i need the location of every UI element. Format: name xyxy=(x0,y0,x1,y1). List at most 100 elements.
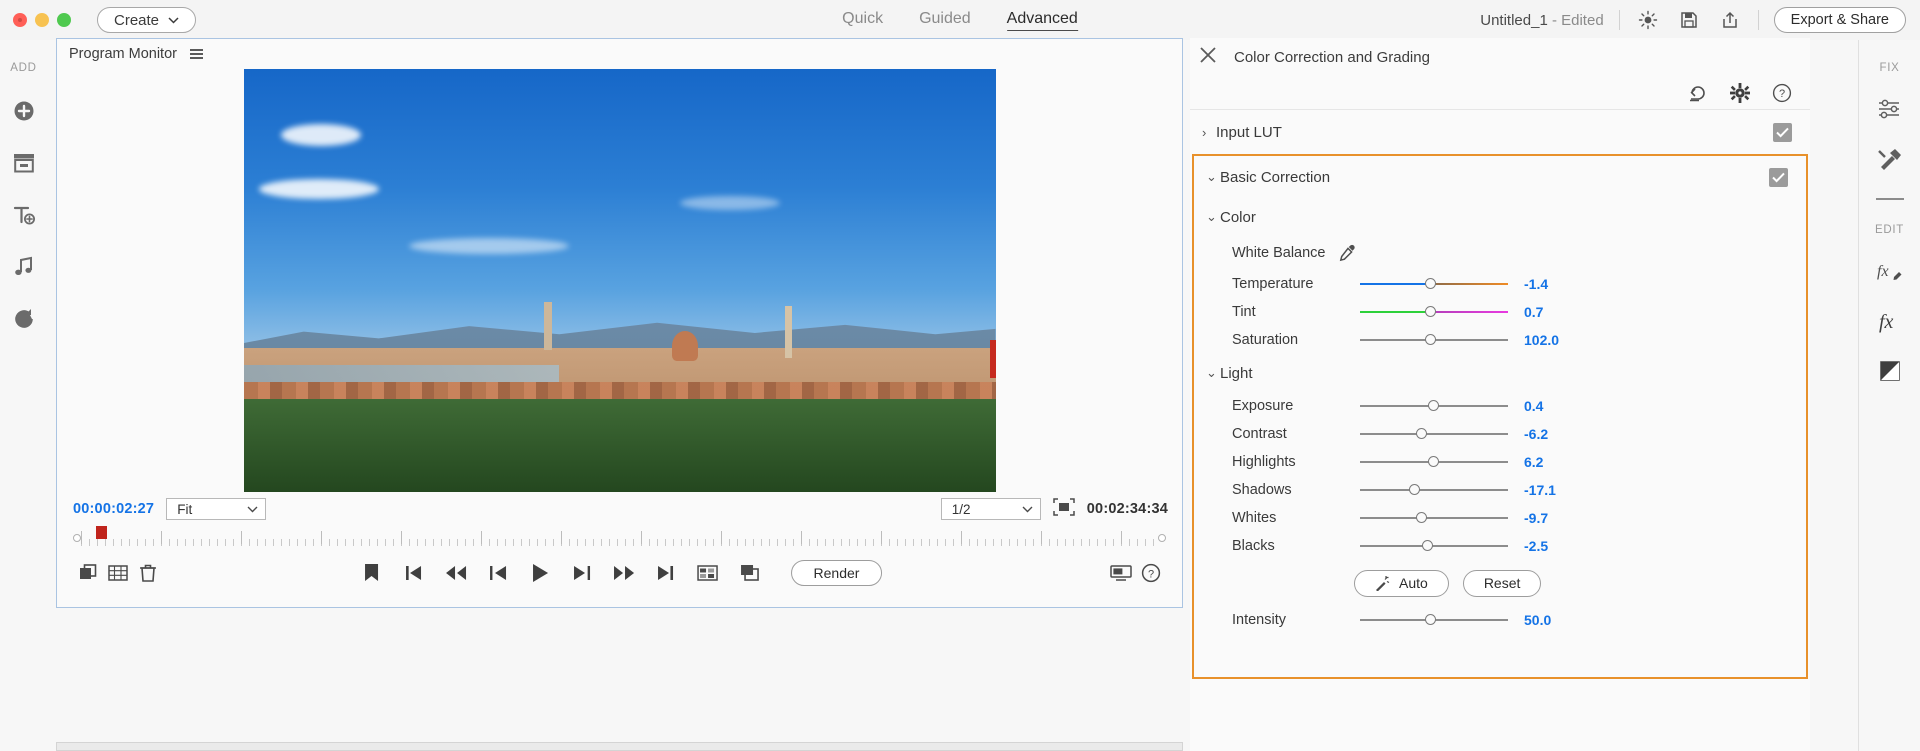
temperature-slider[interactable] xyxy=(1360,276,1508,292)
freeze-frame-button[interactable] xyxy=(693,558,723,588)
export-share-button[interactable]: Export & Share xyxy=(1773,7,1906,33)
step-forward-button[interactable] xyxy=(567,558,597,588)
blacks-slider[interactable] xyxy=(1360,538,1508,554)
exposure-slider[interactable] xyxy=(1360,398,1508,414)
rewind-button[interactable] xyxy=(441,558,471,588)
maximize-window-button[interactable] xyxy=(57,13,71,27)
tab-guided[interactable]: Guided xyxy=(919,10,971,30)
slider-knob[interactable] xyxy=(1422,540,1434,551)
saturation-slider[interactable] xyxy=(1360,332,1508,348)
reset-button[interactable]: Reset xyxy=(1462,569,1542,597)
help-circle-icon[interactable]: ? xyxy=(1772,83,1792,103)
gradient-square-icon[interactable] xyxy=(1875,356,1905,386)
intensity-value[interactable]: 50.0 xyxy=(1524,612,1551,628)
tint-slider[interactable] xyxy=(1360,304,1508,320)
create-button[interactable]: Create xyxy=(97,7,197,33)
copy-clip-button[interactable] xyxy=(73,558,103,588)
hamburger-menu-icon[interactable] xyxy=(189,49,203,59)
intensity-slider[interactable] xyxy=(1360,612,1508,628)
add-marker-button[interactable] xyxy=(357,558,387,588)
slider-knob[interactable] xyxy=(1428,456,1440,467)
delete-clip-button[interactable] xyxy=(133,558,163,588)
add-music-icon[interactable] xyxy=(9,252,39,282)
color-group-header[interactable]: ⌄ Color xyxy=(1194,198,1806,236)
go-to-start-button[interactable] xyxy=(399,558,429,588)
input-lut-checkbox[interactable] xyxy=(1773,122,1792,142)
close-window-button[interactable] xyxy=(13,13,27,27)
contrast-value[interactable]: -6.2 xyxy=(1524,426,1548,442)
render-button[interactable]: Render xyxy=(790,560,883,586)
chevron-down-icon[interactable]: ⌄ xyxy=(1206,365,1220,381)
cloud xyxy=(679,195,780,210)
auto-button[interactable]: Auto xyxy=(1354,569,1449,597)
window-controls[interactable] xyxy=(13,13,71,27)
whites-slider[interactable] xyxy=(1360,510,1508,526)
tools-hammer-icon[interactable] xyxy=(1875,144,1905,174)
fx-pencil-icon[interactable]: fx xyxy=(1875,256,1905,286)
slider-knob[interactable] xyxy=(1425,278,1437,289)
brightness-icon[interactable] xyxy=(1635,7,1661,33)
add-media-plus-icon[interactable] xyxy=(9,96,39,126)
zoom-level-select[interactable]: Fit xyxy=(166,498,267,520)
slider-knob[interactable] xyxy=(1425,614,1437,625)
tint-value[interactable]: 0.7 xyxy=(1524,304,1543,320)
slider-knob[interactable] xyxy=(1425,334,1437,345)
go-to-end-button[interactable] xyxy=(651,558,681,588)
light-group-header[interactable]: ⌄ Light xyxy=(1194,354,1806,392)
blacks-value[interactable]: -2.5 xyxy=(1524,538,1548,554)
shadows-slider[interactable] xyxy=(1360,482,1508,498)
share-icon[interactable] xyxy=(1717,7,1743,33)
chevron-down-icon xyxy=(247,506,258,512)
close-icon[interactable] xyxy=(1198,45,1218,70)
slider-knob[interactable] xyxy=(1408,484,1420,495)
add-text-icon[interactable] xyxy=(9,200,39,230)
exposure-value[interactable]: 0.4 xyxy=(1524,398,1543,414)
highlights-value[interactable]: 6.2 xyxy=(1524,454,1543,470)
slider-row-temperature: Temperature -1.4 xyxy=(1194,270,1806,298)
chevron-down-icon[interactable]: ⌄ xyxy=(1206,209,1220,225)
slider-knob[interactable] xyxy=(1416,428,1428,439)
highlights-slider[interactable] xyxy=(1360,454,1508,470)
slider-knob[interactable] xyxy=(1416,512,1428,523)
temperature-value[interactable]: -1.4 xyxy=(1524,276,1548,292)
cloud xyxy=(281,123,362,146)
slider-knob[interactable] xyxy=(1428,400,1440,411)
input-lut-section[interactable]: › Input LUT xyxy=(1190,110,1810,154)
saturation-value[interactable]: 102.0 xyxy=(1524,332,1559,348)
fx-icon[interactable]: fx xyxy=(1875,306,1905,336)
timeline-scrubber[interactable] xyxy=(71,526,1168,552)
add-transitions-icon[interactable] xyxy=(9,304,39,334)
fit-frame-icon[interactable] xyxy=(1053,497,1075,521)
fast-forward-button[interactable] xyxy=(609,558,639,588)
video-frame[interactable] xyxy=(243,69,996,492)
undo-icon[interactable] xyxy=(1688,84,1708,102)
tab-quick[interactable]: Quick xyxy=(842,10,883,30)
exposure-label: Exposure xyxy=(1232,398,1294,414)
playback-quality-select[interactable]: 1/2 xyxy=(940,498,1041,520)
chevron-down-icon[interactable]: ⌄ xyxy=(1206,169,1220,185)
basic-correction-header[interactable]: ⌄ Basic Correction xyxy=(1194,156,1806,198)
project-assets-icon[interactable] xyxy=(9,148,39,178)
whites-value[interactable]: -9.7 xyxy=(1524,510,1548,526)
scrubber-end-handle[interactable] xyxy=(1158,534,1166,542)
split-clip-button[interactable] xyxy=(735,558,765,588)
help-circle-icon[interactable]: ? xyxy=(1136,558,1166,588)
shadows-value[interactable]: -17.1 xyxy=(1524,482,1556,498)
current-timecode[interactable]: 00:00:02:27 xyxy=(73,501,154,517)
step-back-button[interactable] xyxy=(483,558,513,588)
gear-icon[interactable] xyxy=(1730,82,1750,103)
playhead[interactable] xyxy=(96,526,107,539)
display-icon[interactable] xyxy=(1106,558,1136,588)
eyedropper-icon[interactable] xyxy=(1338,244,1356,262)
basic-correction-checkbox[interactable] xyxy=(1769,167,1788,187)
adjustments-sliders-icon[interactable] xyxy=(1875,94,1905,124)
contrast-slider[interactable] xyxy=(1360,426,1508,442)
scrubber-start-handle[interactable] xyxy=(73,534,81,542)
save-icon[interactable] xyxy=(1676,7,1702,33)
slider-knob[interactable] xyxy=(1425,306,1437,317)
minimize-window-button[interactable] xyxy=(35,13,49,27)
tab-advanced[interactable]: Advanced xyxy=(1006,10,1078,31)
play-button[interactable] xyxy=(525,558,555,588)
grid-view-button[interactable] xyxy=(103,558,133,588)
chevron-right-icon[interactable]: › xyxy=(1202,125,1216,140)
